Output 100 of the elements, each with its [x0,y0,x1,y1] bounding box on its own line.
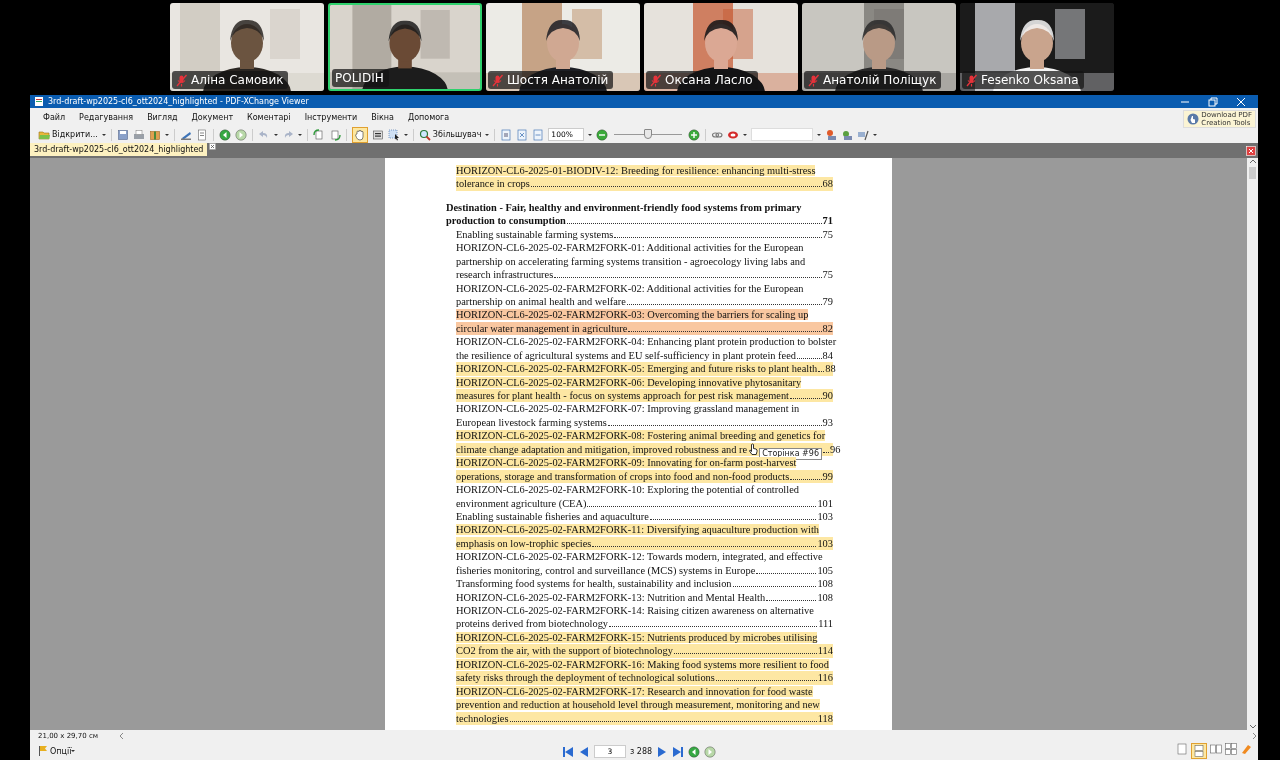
dropdown-arrow-icon[interactable] [873,132,878,137]
toc-entry-text[interactable]: proteins derived from biotechnology [456,617,609,631]
toc-entry-text[interactable]: Destination - Fair, healthy and environment-friendly food systems from primary [446,201,802,213]
toc-entry-text[interactable]: research infrastructures [456,268,554,282]
dropdown-arrow-icon[interactable] [101,132,106,137]
toc-entry-text[interactable]: Transforming food systems for health, sustainability and inclusion [456,577,732,591]
toc-entry-text[interactable]: fisheries monitoring, control and surveillance (MCS) systems in Europe [456,563,756,578]
facing-pages-icon[interactable] [1210,743,1222,755]
menu-item[interactable]: Файл [43,112,66,122]
close-icon[interactable] [1236,96,1246,107]
toc-entry-text[interactable]: HORIZON-CL6-2025-02-FARM2FORK-03: Overcoming the barriers for scaling up [456,309,809,321]
menu-item[interactable]: Редагування [79,112,134,122]
rotate-page-icon[interactable] [328,128,341,141]
first-page-icon[interactable] [562,745,574,758]
toc-entry-text[interactable]: HORIZON-CL6-2025-02-FARM2FORK-04: Enhancing plant protein production to bolster [456,336,837,348]
dropdown-arrow-icon[interactable] [485,132,490,137]
folder-icon[interactable] [38,128,50,141]
continuous-view-button[interactable] [1191,743,1207,759]
dropdown-arrow-icon[interactable] [743,132,748,137]
toc-entry-text[interactable]: partnership on animal health and welfare [456,294,626,309]
fit-page-icon[interactable] [516,128,529,141]
document-icon[interactable] [195,128,208,141]
save-icon[interactable] [116,128,129,141]
magnifier-icon[interactable] [418,128,431,141]
back-icon[interactable] [688,745,701,758]
hand-pointer-icon[interactable] [1187,113,1200,125]
toc-entry-text[interactable]: HORIZON-CL6-2025-02-FARM2FORK-06: Developing innovative phytosanitary [456,376,802,388]
continuous-facing-icon[interactable] [1225,743,1237,755]
menu-item[interactable]: Допомога [407,112,450,122]
scrollbar-thumb[interactable] [1249,167,1256,179]
toc-entry-text[interactable]: HORIZON-CL6-2025-02-FARM2FORK-16: Making food systems more resilient to food [456,658,829,670]
close-document-icon[interactable] [1246,146,1256,156]
menu-item[interactable]: Коментарі [247,112,291,122]
forward-icon[interactable] [234,128,247,141]
toc-entry-text[interactable]: operations, storage and transformation of crops into food and non-food products [456,469,790,484]
printer-icon[interactable] [132,128,145,141]
package-icon[interactable] [148,128,161,141]
toc-entry-text[interactable]: HORIZON-CL6-2025-02-FARM2FORK-17: Research and innovation for food waste [456,685,813,697]
dropdown-arrow-icon[interactable] [297,132,302,137]
toc-entry-text[interactable]: production to consumption [446,214,566,228]
snapshot-icon[interactable] [387,128,400,141]
toc-entry-text[interactable]: CO2 from the air, with the support of biotechnology [456,644,673,658]
toc-entry-text[interactable]: the resilience of agricultural systems and EU self-sufficiency in plant protein feed [456,348,796,363]
tab-close-icon[interactable] [209,143,217,150]
video-tile[interactable]: Аліна Самовик [170,3,324,91]
text-select-icon[interactable] [371,128,384,141]
dropdown-arrow-icon[interactable] [817,132,822,137]
open-button[interactable]: Відкрити... [38,128,98,141]
magnifier-button[interactable]: Збільшувач [418,128,482,141]
forward-icon[interactable] [704,745,717,758]
toc-entry-text[interactable]: Enabling sustainable farming systems [456,227,614,242]
video-tile[interactable]: Шостя Анатолій [486,3,640,91]
options-button[interactable]: Опції [38,745,72,757]
menu-item[interactable]: Документ [191,112,234,122]
toc-entry-text[interactable]: HORIZON-CL6-2025-02-FARM2FORK-13: Nutrition and Mental Health [456,590,766,604]
search-field[interactable] [751,128,814,141]
toc-entry-text[interactable]: HORIZON-CL6-2025-02-FARM2FORK-10: Exploring the potential of controlled [456,484,799,496]
menu-item[interactable]: Вікна [371,112,394,122]
toc-entry-text[interactable]: circular water management in agriculture [456,321,628,336]
dropdown-arrow-icon[interactable] [403,132,408,137]
toc-entry-text[interactable]: tolerance in crops [456,177,530,191]
previous-page-icon[interactable] [578,745,590,758]
last-page-icon[interactable] [672,745,685,758]
toc-entry-text[interactable]: HORIZON-CL6-2025-02-FARM2FORK-11: Diversifying aquaculture production with [456,524,820,536]
zoom-out-icon[interactable] [596,128,609,141]
toc-entry-text[interactable]: HORIZON-CL6-2025-02-FARM2FORK-14: Raising citizen awareness on alternative [456,605,814,616]
video-tile[interactable]: POLIDIH [328,3,482,91]
toc-entry-text[interactable]: prevention and reduction at household level through measurement, monitoring and new [456,699,820,711]
scroll-down-icon[interactable] [1248,723,1257,730]
scroll-right-icon[interactable] [1251,732,1258,740]
toc-entry-text[interactable]: HORIZON-CL6-2025-02-FARM2FORK-09: Innovating for on-farm post-harvest [456,457,797,469]
toc-entry-text[interactable]: emphasis on low-trophic species [456,536,592,551]
single-page-icon[interactable] [1176,743,1188,755]
dropdown-arrow-icon[interactable] [164,132,169,137]
rotate-page-icon[interactable] [312,128,325,141]
highlighter-icon[interactable] [1240,743,1252,755]
flag-icon[interactable] [38,745,48,757]
toc-entry-text[interactable]: partnership on accelerating farming systems transition - agroecology living labs and [456,255,806,267]
toc-entry-text[interactable]: measures for plant health - focus on systems approach for pest risk management [456,389,789,403]
toc-entry-text[interactable]: climate change adaptation and mitigation, improved robustness and re [456,442,748,457]
dropdown-arrow-icon[interactable] [588,132,593,137]
video-tile[interactable]: Оксана Ласло [644,3,798,91]
toc-entry-text[interactable]: HORIZON-CL6-2025-02-FARM2FORK-08: Fostering animal breeding and genetics for [456,430,826,442]
video-tile[interactable]: Анатолій Поліщук [802,3,956,91]
toc-entry-text[interactable]: HORIZON-CL6-2025-01-BIODIV-12: Breeding for resilience: enhancing multi-stress [456,165,816,176]
tools-icon[interactable] [857,128,870,141]
menu-item[interactable]: Інструменти [304,112,358,122]
toc-entry-text[interactable]: HORIZON-CL6-2025-02-FARM2FORK-02: Additional activities for the European [456,282,804,294]
dropdown-arrow-icon[interactable] [71,749,76,753]
toc-entry-text[interactable]: environment agriculture (CEA) [456,496,587,510]
document-tab[interactable]: 3rd-draft-wp2025-cl6_ott2024_highlighted [30,143,208,156]
scroll-left-icon[interactable] [118,732,126,740]
toc-entry-text[interactable]: HORIZON-CL6-2025-02-FARM2FORK-15: Nutrients produced by microbes utilising [456,631,818,643]
scroll-up-icon[interactable] [1248,158,1257,165]
toc-entry-text[interactable]: European livestock farming systems [456,415,607,430]
toc-entry-text[interactable]: HORIZON-CL6-2025-02-FARM2FORK-01: Additional activities for the European [456,242,804,254]
menu-item[interactable]: Вигляд [147,112,178,122]
toc-entry-text[interactable]: HORIZON-CL6-2025-02-FARM2FORK-07: Improving grassland management in [456,403,800,415]
toc-entry-text[interactable]: technologies [456,711,509,725]
restore-icon[interactable] [1208,96,1218,107]
